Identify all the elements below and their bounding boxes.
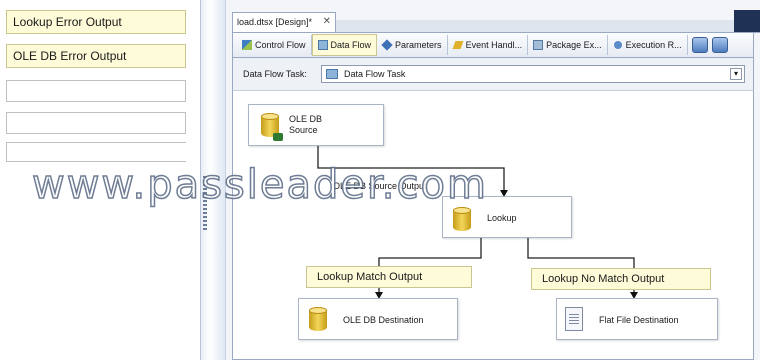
tab-label: Package Ex... (546, 40, 602, 50)
control-flow-icon (242, 40, 252, 50)
refresh-icon[interactable] (711, 37, 728, 53)
component-label: OLE DB Source (289, 114, 323, 135)
oledb-error-output-item[interactable]: OLE DB Error Output (6, 44, 186, 68)
event-handlers-icon (452, 41, 464, 49)
source-arrow-icon (273, 133, 283, 141)
tab-label: Execution R... (625, 40, 682, 50)
tab-data-flow[interactable]: Data Flow (311, 34, 378, 56)
execution-results-icon (613, 41, 622, 49)
component-label: Flat File Destination (599, 315, 679, 325)
lookup-error-output-item[interactable]: Lookup Error Output (6, 10, 186, 34)
tab-label: Event Handl... (465, 40, 523, 50)
document-tab[interactable]: load.dtsx [Design]* ✕ (232, 12, 336, 32)
check-icon[interactable] (691, 37, 708, 53)
data-flow-task-select[interactable]: Data Flow Task ▾ (321, 65, 745, 83)
parameters-icon (381, 39, 393, 51)
tab-package-explorer[interactable]: Package Ex... (528, 35, 608, 55)
designer-tab-bar: Control Flow Data Flow Parameters Event … (232, 32, 754, 58)
package-explorer-icon (533, 40, 544, 50)
flat-file-destination-component[interactable]: Flat File Destination (556, 298, 718, 340)
close-icon[interactable]: ✕ (323, 13, 331, 31)
empty-output-slot (6, 80, 186, 102)
component-label: OLE DB Destination (343, 315, 424, 325)
tab-label: Control Flow (255, 40, 306, 50)
oledb-source-component[interactable]: OLE DB Source (248, 104, 384, 146)
chevron-down-icon[interactable]: ▾ (730, 68, 742, 80)
tab-event-handlers[interactable]: Event Handl... (448, 35, 529, 55)
window-titlebar-edge (734, 10, 760, 32)
tab-parameters[interactable]: Parameters (377, 35, 448, 55)
data-flow-icon (317, 40, 328, 50)
lookup-no-match-output-label[interactable]: Lookup No Match Output (531, 268, 711, 290)
tab-label: Parameters (395, 40, 442, 50)
data-flow-task-bar: Data Flow Task: Data Flow Task ▾ (232, 58, 754, 90)
lookup-match-output-label[interactable]: Lookup Match Output (306, 266, 472, 288)
data-flow-task-value: Data Flow Task (344, 69, 406, 79)
data-flow-task-label: Data Flow Task: (243, 69, 307, 79)
watermark-text: www.passleader.com (31, 161, 488, 209)
oledb-destination-component[interactable]: OLE DB Destination (298, 298, 458, 340)
data-flow-icon (326, 69, 338, 79)
tab-execution-results[interactable]: Execution R... (608, 35, 688, 55)
tab-label: Data Flow (330, 40, 372, 50)
tab-control-flow[interactable]: Control Flow (237, 35, 312, 55)
database-icon (309, 307, 327, 331)
document-tab-title: load.dtsx [Design]* (237, 17, 313, 27)
empty-output-slot (6, 142, 186, 162)
flat-file-icon (565, 307, 583, 331)
empty-output-slot (6, 112, 186, 134)
component-label: Lookup (487, 213, 517, 223)
